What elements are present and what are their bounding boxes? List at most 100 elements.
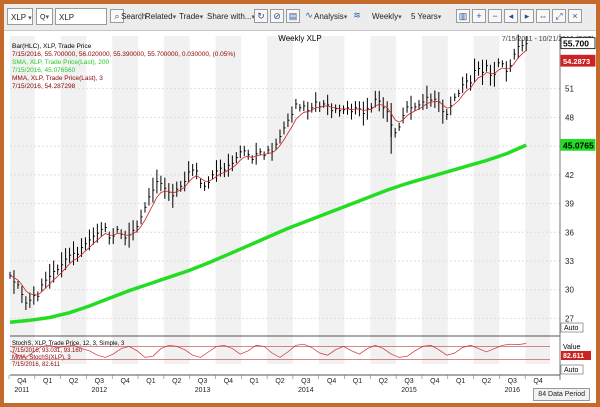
toolbar-separator: | [140,12,143,21]
chart-title: Weekly XLP [278,34,321,43]
x-tick-label: Q4 [327,378,336,385]
stoch-value-label: Value [563,344,580,351]
y-tick-label: 48 [565,113,574,122]
x-tick-label: Q3 [508,378,517,385]
stoch-auto-label: Auto [564,367,579,374]
x-tick-label: Q3 [198,378,207,385]
x-tick-label: Q2 [172,378,181,385]
y-tick-label: 30 [565,286,574,295]
y-tick-label: 36 [565,228,574,237]
x-tick-label: Q4 [533,378,542,385]
fit-icon[interactable]: ⇔ [536,9,550,23]
stoch-value-badge: 82.611 [563,353,584,360]
legend-entry: 7/15/2016, 55.700000, 56.020000, 55.3900… [12,51,235,58]
symbol-label: XLP [11,13,27,22]
print-icon[interactable]: ▤ [286,9,300,23]
range-selector[interactable]: 5 Years▾ [411,8,441,25]
quarter-band [525,36,550,364]
stoch-legend-entry: 7/15/2016, 93.031, 93.160 [12,348,83,354]
search-mode-selector[interactable]: Q▾ [36,8,53,25]
x-tick-label: Q3 [404,378,413,385]
share-label: Share with... [207,12,252,21]
close-icon[interactable]: × [568,9,582,23]
x-tick-label: Q1 [456,378,465,385]
stoch-axis: Value 82.611 Auto [560,344,591,375]
y-tick-label: 51 [565,85,574,94]
studies-icon[interactable]: ≋ [350,9,364,23]
chevron-down-icon: ▾ [199,14,204,21]
analysis-menu[interactable]: Analysis▾ [314,8,347,25]
chevron-down-icon: ▾ [45,14,49,21]
quarter-band [163,36,190,364]
legend-entry: SMA, XLP, Trade Price(Last), 200 [12,59,109,66]
auto-scale-label: Auto [564,325,579,332]
price-axis-ticks: 273033363942454851 [565,85,574,324]
x-tick-label: Q1 [353,378,362,385]
quarter-band [421,36,448,364]
y-tick-label: 42 [565,171,574,180]
zoom-out-icon[interactable]: − [488,9,502,23]
period-label: Weekly [372,12,399,21]
search-button[interactable]: Search [121,8,146,25]
year-label: 2012 [92,387,108,394]
chart-window: XLP ▾ Q▾ XLP ⌕ Search | Related▾ Trade▾ … [4,4,596,403]
trade-menu[interactable]: Trade▾ [179,8,203,25]
chevron-down-icon: ▾ [26,15,32,22]
year-label: 2013 [195,387,211,394]
symbol-selector[interactable]: XLP ▾ [7,8,33,25]
x-tick-label: Q2 [69,378,78,385]
y-tick-label: 33 [565,257,574,266]
x-tick-label: Q1 [146,378,155,385]
toolbar: XLP ▾ Q▾ XLP ⌕ Search | Related▾ Trade▾ … [4,4,596,31]
share-menu[interactable]: Share with...▾ [207,8,255,25]
x-tick-label: Q2 [275,378,284,385]
quarter-band [267,36,293,364]
price-badge-value: 55.700 [563,39,589,49]
year-label: 2016 [504,387,520,394]
related-menu[interactable]: Related▾ [145,8,176,25]
chevron-down-icon: ▾ [172,14,177,21]
refresh-icon[interactable]: ↻ [254,9,268,23]
zoom-in-icon[interactable]: + [472,9,486,23]
quarter-bands [10,36,550,364]
chevron-down-icon: ▾ [437,14,442,21]
scroll-left-icon[interactable]: ◂ [504,9,518,23]
data-period-button[interactable]: 84 Data Period [533,388,590,401]
legend-entry: Bar(HLC), XLP, Trade Price [12,43,92,50]
fullscreen-icon[interactable]: ⤢ [552,9,566,23]
x-tick-label: Q2 [379,378,388,385]
year-label: 2015 [401,387,417,394]
x-tick-label: Q4 [430,378,439,385]
x-tick-label: Q4 [120,378,129,385]
symbol-input[interactable]: XLP [55,8,107,25]
x-tick-label: Q4 [17,378,26,385]
chevron-down-icon: ▾ [398,14,402,21]
legend-entry: MMA, XLP, Trade Price(Last), 3 [12,75,103,82]
x-tick-label: Q3 [95,378,104,385]
x-tick-label: Q1 [250,378,259,385]
link-icon[interactable]: ⊘ [270,9,284,23]
quarter-band [473,36,500,364]
quarter-band [112,36,139,364]
related-label: Related [145,12,173,21]
chevron-down-icon: ▾ [343,14,348,21]
x-tick-label: Q1 [43,378,52,385]
price-badge-value: 54.2873 [563,57,590,66]
year-label: 2014 [298,387,314,394]
x-tick-label: Q4 [224,378,233,385]
quarter-band [215,36,242,364]
legend-entry: 7/15/2016, 54.287298 [12,83,76,90]
quarter-band [370,36,397,364]
x-tick-label: Q2 [482,378,491,385]
scroll-right-icon[interactable]: ▸ [520,9,534,23]
analysis-label: Analysis [314,12,344,21]
trade-label: Trade [179,12,200,21]
period-selector[interactable]: Weekly▾ [372,8,402,25]
year-label: 2011 [14,387,29,394]
stoch-legend-entry: 7/15/2016, 82.611 [12,362,61,368]
range-label: 5 Years [411,12,438,21]
legend-entry: 7/15/2016, 45.076560 [12,67,76,74]
quarter-band [318,36,345,364]
chart-area: Weekly XLP 7/15/2011 - 10/21/2016 (EST) … [8,34,596,394]
bar-chart-icon[interactable]: ▥ [456,9,470,23]
